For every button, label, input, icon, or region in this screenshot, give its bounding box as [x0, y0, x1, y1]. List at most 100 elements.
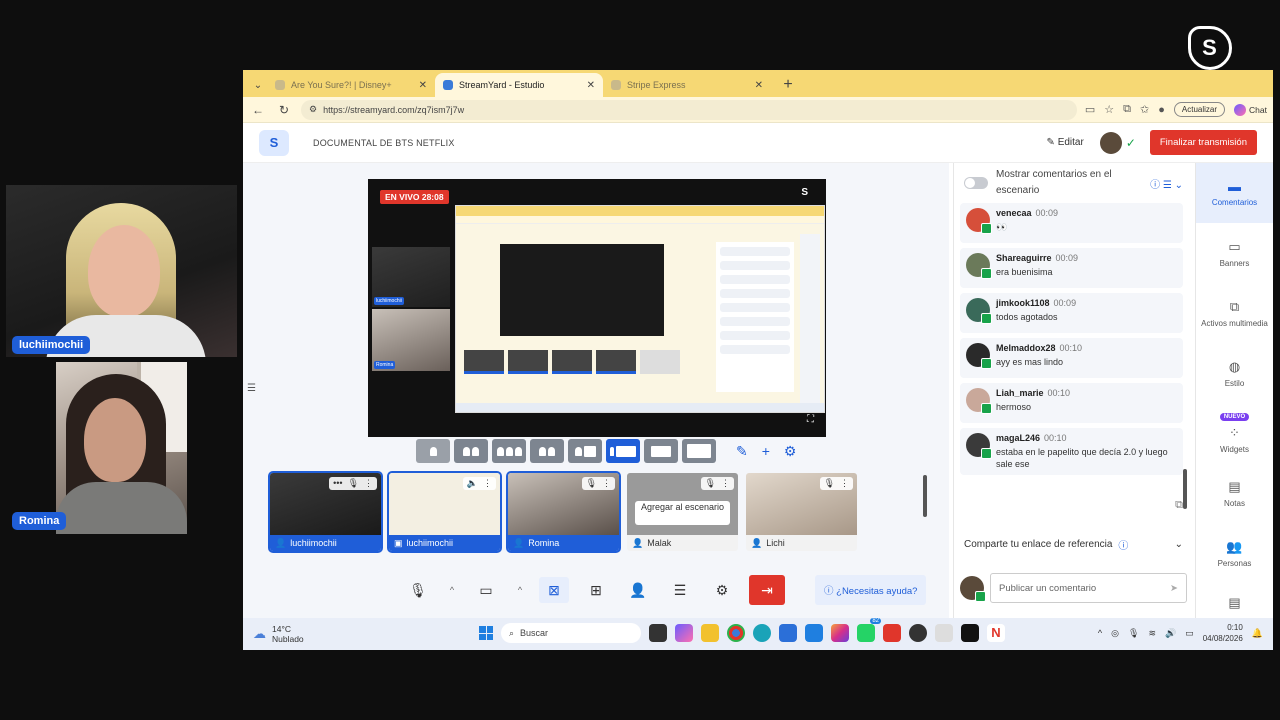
- tab-close-icon[interactable]: ✕: [755, 80, 763, 91]
- layout-solo[interactable]: [416, 439, 450, 463]
- comments-scrollbar[interactable]: [1183, 469, 1187, 509]
- layout-full-screen[interactable]: [682, 439, 716, 463]
- favorites-icon[interactable]: ✩: [1140, 103, 1149, 116]
- rail-item-style[interactable]: ◍ Estilo: [1196, 343, 1273, 403]
- more-icon[interactable]: •••: [333, 478, 342, 489]
- tab-disney[interactable]: Are You Sure?! | Disney+ ✕: [267, 73, 435, 97]
- comment-item[interactable]: Liah_marie 00:10 hermoso: [960, 383, 1183, 423]
- tiles-scrollbar[interactable]: [923, 475, 927, 517]
- add-layout-icon[interactable]: +: [762, 443, 770, 460]
- tiktok-icon[interactable]: [961, 624, 979, 642]
- comment-item[interactable]: venecaa 00:09 👀: [960, 203, 1183, 243]
- menu-icon[interactable]: ⋮: [840, 478, 849, 489]
- popout-icon[interactable]: ⧉: [1175, 499, 1183, 512]
- show-comments-switch[interactable]: [964, 177, 988, 189]
- chrome-icon[interactable]: [727, 624, 745, 642]
- mic-muted-icon[interactable]: 🎙: [586, 478, 597, 489]
- weather-widget[interactable]: 14°C Nublado: [272, 624, 304, 644]
- tile-tools[interactable]: 🎙 ⋮: [700, 477, 734, 490]
- mail-icon[interactable]: [805, 624, 823, 642]
- tile-tools[interactable]: 🎙 ⋮: [581, 477, 615, 490]
- camera-permission-icon[interactable]: ▭: [1085, 103, 1095, 116]
- mic-icon[interactable]: 🎙: [403, 577, 433, 603]
- notes-icon[interactable]: ☰: [665, 577, 695, 603]
- menu-icon[interactable]: ⋮: [602, 478, 611, 489]
- battery-icon[interactable]: ▭: [1185, 628, 1194, 639]
- menu-icon[interactable]: ⋮: [721, 478, 730, 489]
- referral-row[interactable]: Comparte tu enlace de referencia ⓘ ⌄: [954, 537, 1193, 552]
- file-explorer-icon[interactable]: [701, 624, 719, 642]
- comment-input[interactable]: Publicar un comentario ➤: [990, 573, 1187, 603]
- profile-avatar[interactable]: ●: [1158, 104, 1165, 116]
- edge-icon[interactable]: [753, 624, 771, 642]
- star-icon[interactable]: ☆: [1104, 103, 1114, 116]
- end-broadcast-button[interactable]: Finalizar transmisión: [1149, 130, 1257, 155]
- fullscreen-icon[interactable]: ⛶: [807, 414, 814, 425]
- task-view-icon[interactable]: [649, 624, 667, 642]
- tile-tools[interactable]: 🎙 ⋮: [819, 477, 853, 490]
- url-field[interactable]: ⚙ https://streamyard.com/zq7ism7j7w: [301, 99, 1077, 120]
- composer-avatar[interactable]: [960, 576, 986, 602]
- layout-leader[interactable]: [530, 439, 564, 463]
- tab-streamyard[interactable]: StreamYard - Estudio ✕: [435, 73, 603, 97]
- rail-item-banners[interactable]: ▭ Banners: [1196, 223, 1273, 283]
- obs-icon[interactable]: [909, 624, 927, 642]
- participant-tile[interactable]: ••• 🎙 ⋮ 👤 luchiimochii: [268, 471, 383, 553]
- settings-icon[interactable]: ⚙: [707, 577, 737, 603]
- chevron-down-icon[interactable]: ⌄: [1175, 539, 1183, 550]
- extensions-icon[interactable]: ⧉: [1123, 103, 1131, 116]
- participant-tile[interactable]: 🔈 ⋮ ▣ luchiimochii: [387, 471, 502, 553]
- copilot-chat-button[interactable]: Chat: [1234, 103, 1267, 116]
- comment-item[interactable]: Shareaguirre 00:09 era buenisima: [960, 248, 1183, 288]
- tile-tools[interactable]: 🔈 ⋮: [462, 477, 496, 490]
- layout-screen-thumbs[interactable]: [644, 439, 678, 463]
- mic-icon[interactable]: 🎙: [348, 478, 359, 489]
- tab-stripe[interactable]: Stripe Express ✕: [603, 73, 771, 97]
- layout-screen-sidebar[interactable]: [606, 439, 640, 463]
- volume-icon[interactable]: 🔊: [1165, 628, 1176, 639]
- whatsapp-icon[interactable]: 82: [857, 618, 881, 642]
- rail-item-chat[interactable]: ▤: [1196, 583, 1273, 623]
- mic-options-chevron-icon[interactable]: ^: [445, 577, 459, 603]
- send-icon[interactable]: ➤: [1170, 583, 1178, 594]
- taskbar-search[interactable]: ⌕ Buscar: [501, 623, 641, 643]
- mic-muted-icon[interactable]: 🎙: [824, 478, 835, 489]
- chevron-up-icon[interactable]: ^: [1098, 628, 1102, 638]
- mic-icon[interactable]: 🎙: [705, 478, 716, 489]
- rail-item-widgets[interactable]: NUEVO ⁘ Widgets: [1196, 403, 1273, 463]
- site-info-icon[interactable]: ⚙: [309, 104, 317, 115]
- new-tab-plus-icon[interactable]: +: [777, 75, 799, 97]
- layout-screen-side[interactable]: [568, 439, 602, 463]
- update-button[interactable]: Actualizar: [1173, 102, 1226, 117]
- tab-close-icon[interactable]: ✕: [587, 80, 595, 91]
- studio-logo[interactable]: S: [259, 129, 289, 156]
- comment-item[interactable]: jimkook1108 00:09 todos agotados: [960, 293, 1183, 333]
- pencil-icon[interactable]: ✎: [736, 443, 748, 460]
- camera-options-chevron-icon[interactable]: ^: [513, 577, 527, 603]
- copilot-icon[interactable]: [675, 624, 693, 642]
- clock[interactable]: 0:10 04/08/2026: [1203, 622, 1243, 644]
- instagram-icon[interactable]: [831, 624, 849, 642]
- layout-settings-icon[interactable]: ⚙: [784, 443, 797, 460]
- reload-icon[interactable]: ↻: [275, 103, 293, 117]
- participant-tile[interactable]: 🎙 ⋮ 👤 Lichi: [746, 473, 857, 551]
- rail-item-comments[interactable]: ▬ Comentarios: [1196, 163, 1273, 223]
- back-arrow-icon[interactable]: ←: [249, 103, 267, 117]
- menu-icon[interactable]: ⋮: [483, 478, 492, 489]
- invite-icon[interactable]: 👤: [623, 577, 653, 603]
- destination-avatar[interactable]: [1099, 131, 1122, 154]
- camera-icon[interactable]: ▭: [471, 577, 501, 603]
- help-button[interactable]: ⓘ ¿Necesitas ayuda?: [815, 575, 927, 605]
- help-icon[interactable]: ⓘ: [1118, 537, 1128, 552]
- tile-tools[interactable]: ••• 🎙 ⋮: [329, 477, 377, 490]
- participant-tile[interactable]: 🎙 ⋮ Agregar al escenario 👤 Malak: [627, 473, 738, 551]
- add-to-stage-button[interactable]: Agregar al escenario: [635, 501, 730, 525]
- comment-settings-icon[interactable]: ⓘ ☰ ⌄: [1150, 176, 1183, 191]
- mic-tray-icon[interactable]: 🎙: [1128, 628, 1139, 639]
- share-screen-icon[interactable]: ⊠: [539, 577, 569, 603]
- menu-icon[interactable]: ⋮: [364, 478, 373, 489]
- collapse-left-icon[interactable]: ☰: [247, 383, 256, 394]
- rail-item-media[interactable]: ⧉ Activos multimedia: [1196, 283, 1273, 343]
- edit-button[interactable]: ✎ Editar: [1047, 137, 1084, 148]
- streamyard-app-icon[interactable]: [935, 624, 953, 642]
